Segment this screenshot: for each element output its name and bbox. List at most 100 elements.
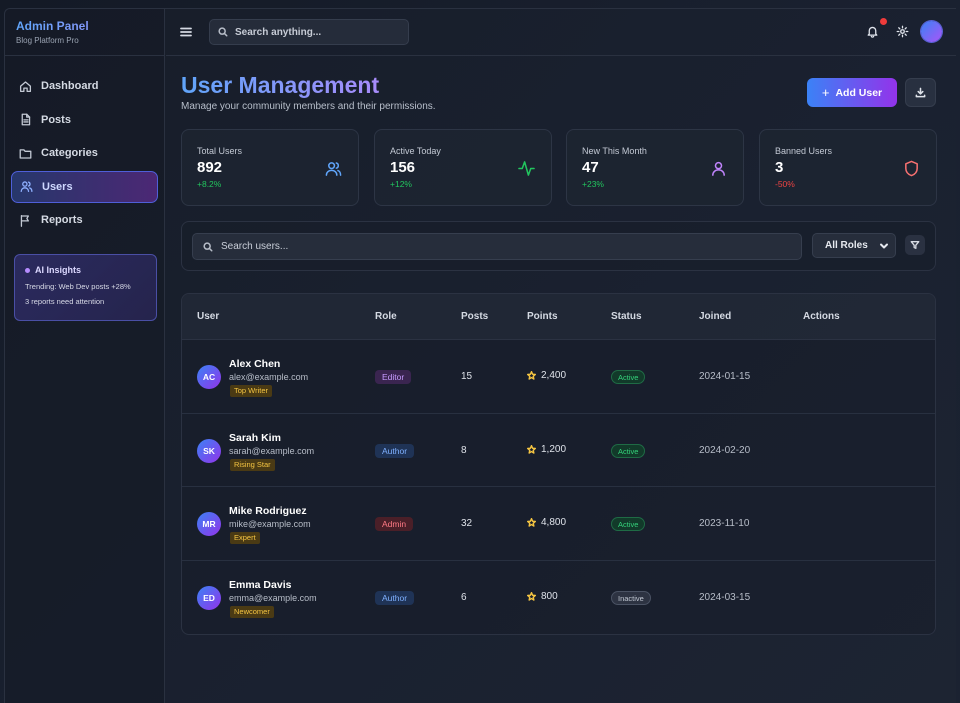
user-email: sarah@example.com xyxy=(229,445,315,456)
column-header-joined[interactable]: Joined xyxy=(699,311,731,322)
user-avatar: ED xyxy=(197,585,221,610)
joined-date: 2023-11-10 xyxy=(699,518,750,529)
user-avatar: MR xyxy=(197,512,221,536)
user-name[interactable]: Sarah Kim xyxy=(229,432,281,444)
plus-icon: + xyxy=(821,85,830,100)
points-text: 1,200 xyxy=(541,443,567,455)
user-email: mike@example.com xyxy=(229,519,311,529)
user-badge: Top Writer xyxy=(230,385,273,397)
stat-change: +12% xyxy=(390,179,412,189)
role-badge: Author xyxy=(375,443,415,458)
table-row[interactable]: ED Emma Davis emma@example.com Newcomer … xyxy=(182,561,935,635)
stat-change: +8.2% xyxy=(197,179,222,189)
ai-insights-title-text: AI Insights xyxy=(35,265,82,275)
filter-button[interactable] xyxy=(905,235,925,255)
search-icon xyxy=(203,241,213,251)
stat-label: Active Today xyxy=(390,146,441,156)
column-header-role[interactable]: Role xyxy=(375,311,397,322)
main-content: User Management Manage your community me… xyxy=(166,57,956,703)
sidebar-item-label: Reports xyxy=(41,214,83,226)
joined-date: 2024-01-15 xyxy=(699,371,751,382)
users-table: User Role Posts Points Status Joined Act… xyxy=(181,293,936,635)
joined-date: 2024-03-15 xyxy=(699,591,751,603)
user-name[interactable]: Alex Chen xyxy=(229,358,280,370)
global-search-placeholder: Search anything... xyxy=(235,26,322,38)
column-header-points[interactable]: Points xyxy=(527,311,558,322)
role-filter-value: All Roles xyxy=(825,240,868,251)
stat-card-banned-users: Banned Users 3 -50% xyxy=(759,129,937,206)
sidebar-item-categories[interactable]: Categories xyxy=(11,137,158,169)
column-header-posts[interactable]: Posts xyxy=(461,311,488,322)
menu-toggle-button[interactable] xyxy=(179,25,193,39)
status-badge: Active xyxy=(611,443,646,458)
notifications-button[interactable] xyxy=(866,25,879,38)
status-badge: Inactive xyxy=(611,590,651,605)
role-filter-select[interactable]: All Roles xyxy=(812,233,896,258)
column-header-status[interactable]: Status xyxy=(611,311,642,322)
stat-label: Total Users xyxy=(197,146,243,156)
stat-change: -50% xyxy=(775,179,795,189)
table-row[interactable]: SK Sarah Kim sarah@example.com Rising St… xyxy=(182,414,935,487)
topbar: Search anything... xyxy=(166,9,956,56)
brand-title: Admin Panel xyxy=(16,19,164,33)
download-icon xyxy=(915,87,926,98)
points-value: 2,400 xyxy=(527,370,566,381)
ai-insight-reports: 3 reports need attention xyxy=(25,297,105,306)
user-email: emma@example.com xyxy=(229,592,317,603)
table-row[interactable]: MR Mike Rodriguez mike@example.com Exper… xyxy=(182,487,935,561)
user-avatar: SK xyxy=(197,438,221,463)
table-row[interactable]: AC Alex Chen alex@example.com Top Writer… xyxy=(182,340,935,414)
activity-icon xyxy=(518,160,535,177)
add-user-button[interactable]: + Add User xyxy=(807,78,897,107)
star-icon xyxy=(527,591,536,601)
column-header-user[interactable]: User xyxy=(197,311,219,322)
ai-insights-card[interactable]: AI Insights Trending: Web Dev posts +28%… xyxy=(14,254,157,321)
sidebar-item-label: Posts xyxy=(41,113,71,126)
user-badge: Newcomer xyxy=(230,605,274,618)
user-search-input[interactable]: Search users... xyxy=(192,233,802,260)
folder-icon xyxy=(19,148,32,159)
user-avatar: AC xyxy=(197,365,221,389)
sidebar-item-label: Users xyxy=(42,180,73,193)
posts-count: 8 xyxy=(461,444,467,456)
flag-icon xyxy=(20,214,29,227)
sidebar-item-dashboard[interactable]: Dashboard xyxy=(11,70,158,102)
star-icon xyxy=(527,371,536,380)
user-name[interactable]: Mike Rodriguez xyxy=(229,505,307,517)
users-icon xyxy=(325,160,342,177)
points-value: 4,800 xyxy=(527,517,566,528)
sidebar-item-users[interactable]: Users xyxy=(11,170,158,203)
profile-avatar[interactable] xyxy=(921,21,942,42)
sidebar-nav: Dashboard Posts Categories Users Reports xyxy=(5,56,164,236)
page-title: User Management xyxy=(181,72,380,98)
user-email: alex@example.com xyxy=(229,372,309,382)
global-search-input[interactable]: Search anything... xyxy=(209,19,409,45)
stat-card-total-users: Total Users 892 +8.2% xyxy=(181,129,359,206)
users-icon xyxy=(20,181,33,193)
role-badge: Admin xyxy=(375,517,414,531)
home-icon xyxy=(19,80,32,92)
points-value: 1,200 xyxy=(527,444,566,455)
gear-icon xyxy=(896,25,909,38)
document-icon xyxy=(21,113,31,126)
user-filter-bar: Search users... All Roles xyxy=(181,221,936,271)
star-icon xyxy=(527,444,536,454)
stat-label: New This Month xyxy=(582,146,647,156)
star-icon xyxy=(527,518,536,527)
sidebar: Admin Panel Blog Platform Pro Dashboard … xyxy=(5,9,165,703)
user-name[interactable]: Emma Davis xyxy=(229,579,291,591)
sidebar-item-posts[interactable]: Posts xyxy=(11,104,158,136)
ai-insights-title: AI Insights xyxy=(25,265,156,275)
export-button[interactable] xyxy=(905,78,936,107)
page-subtitle: Manage your community members and their … xyxy=(181,101,436,112)
app-window: Admin Panel Blog Platform Pro Dashboard … xyxy=(4,8,956,703)
status-badge: Active xyxy=(611,517,646,531)
points-text: 2,400 xyxy=(541,370,567,381)
stat-card-new-this-month: New This Month 47 +23% xyxy=(566,129,744,206)
chevron-down-icon xyxy=(879,241,889,251)
posts-count: 6 xyxy=(461,591,467,603)
sidebar-item-reports[interactable]: Reports xyxy=(11,204,158,236)
brand-subtitle: Blog Platform Pro xyxy=(16,36,79,45)
settings-button[interactable] xyxy=(896,25,909,38)
stat-label: Banned Users xyxy=(775,146,833,156)
